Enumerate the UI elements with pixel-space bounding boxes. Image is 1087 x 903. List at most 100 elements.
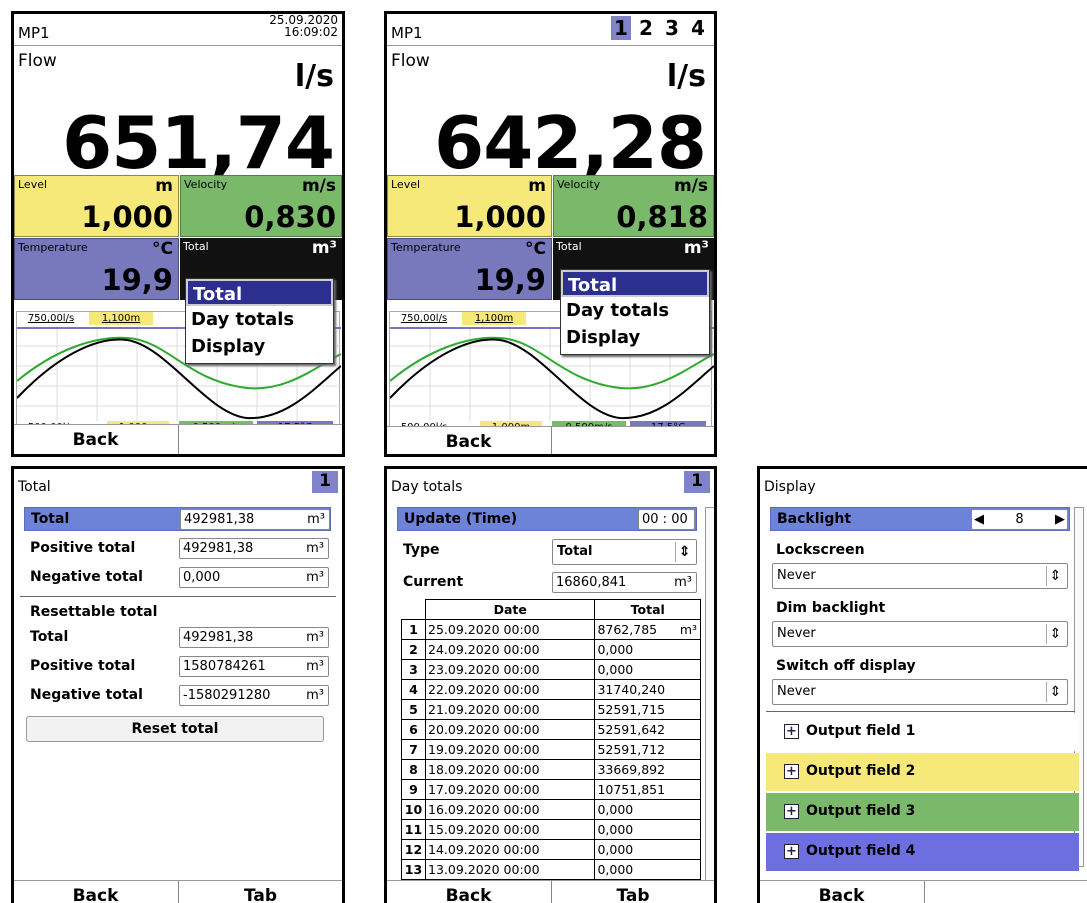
resettable-total-unit: m³ (306, 630, 324, 645)
resettable-heading: Resettable total (24, 601, 331, 625)
menu-item-day-totals[interactable]: Day totals (561, 297, 709, 324)
level-unit: m (528, 176, 546, 196)
current-unit: m³ (674, 575, 692, 590)
menu-item-total[interactable]: Total (186, 279, 333, 306)
level-label: Level (18, 178, 48, 191)
header: MP1 25.09.2020 16:09:02 (14, 14, 342, 46)
footer: Back (387, 426, 714, 454)
update-time-field[interactable]: 00 : 00 (638, 509, 695, 530)
update-time-row[interactable]: Update (Time) 00 : 00 (397, 507, 697, 531)
output-field-3[interactable]: + Output field 3 (766, 793, 1079, 831)
positive-total-label: Positive total (30, 540, 136, 556)
row-date: 13.09.2020 00:00 (424, 859, 596, 880)
menu-item-total[interactable]: Total (561, 270, 709, 297)
row-number: 7 (401, 739, 426, 760)
resettable-positive-value: 1580784261 (183, 659, 266, 674)
resettable-negative-row: Negative total -1580291280 m³ (24, 684, 331, 708)
temperature-tile[interactable]: Temperature °C 19,9 (14, 238, 179, 300)
footer: Back (14, 424, 342, 454)
type-select[interactable]: Total ⇕ (552, 539, 697, 565)
back-button[interactable]: Back (760, 881, 923, 903)
output-field-1[interactable]: + Output field 1 (766, 713, 1079, 751)
page-number: 1 (312, 471, 338, 493)
velocity-unit: m/s (673, 176, 708, 196)
velocity-label: Velocity (184, 178, 228, 191)
temperature-unit: °C (152, 239, 173, 259)
row-total-value: 0,000 (597, 662, 634, 677)
menu-item-day-totals[interactable]: Day totals (186, 306, 333, 333)
context-menu: Total Day totals Display (185, 278, 334, 364)
page-2-tab[interactable]: 2 (636, 16, 656, 40)
row-number: 8 (401, 759, 426, 780)
total-field: 492981,38 m³ (180, 509, 330, 530)
negative-total-label: Negative total (30, 569, 143, 585)
figure: MP1 25.09.2020 16:09:02 Flow l/s 651,74 L… (0, 0, 1087, 903)
temperature-value: 19,9 (474, 263, 546, 297)
scrollbar[interactable] (705, 507, 714, 903)
row-date: 14.09.2020 00:00 (424, 839, 596, 860)
switch-off-value: Never (777, 684, 816, 699)
table-row: 2 24.09.2020 00:00 0,000 (401, 639, 701, 660)
lockscreen-value: Never (777, 568, 816, 583)
backlight-row[interactable]: Backlight ◀ 8 ▶ (770, 507, 1070, 531)
velocity-tile[interactable]: Velocity m/s 0,830 (180, 175, 342, 237)
backlight-value: 8 (1015, 512, 1024, 527)
resettable-positive-row: Positive total 1580784261 m³ (24, 655, 331, 679)
back-button[interactable]: Back (387, 427, 550, 454)
total-label: Total (31, 511, 70, 527)
page-3-tab[interactable]: 3 (662, 16, 682, 40)
level-tile[interactable]: Level m 1,000 (14, 175, 179, 237)
row-total: 0,000 (594, 859, 701, 880)
velocity-value: 0,818 (616, 200, 708, 234)
back-button[interactable]: Back (387, 881, 550, 903)
dim-backlight-select[interactable]: Never ⇕ (772, 621, 1068, 647)
level-tile[interactable]: Level m 1,000 (387, 175, 552, 237)
lockscreen-select[interactable]: Never ⇕ (772, 563, 1068, 589)
total-row[interactable]: Total 492981,38 m³ (24, 507, 331, 531)
row-date: 19.09.2020 00:00 (424, 739, 596, 760)
row-total-value: 0,000 (597, 822, 634, 837)
row-date: 15.09.2020 00:00 (424, 819, 596, 840)
output-field-2[interactable]: + Output field 2 (766, 753, 1079, 791)
negative-total-row: Negative total 0,000 m³ (24, 566, 331, 590)
total-unit: m³ (311, 238, 337, 258)
plus-icon: + (784, 804, 799, 819)
output-field-4[interactable]: + Output field 4 (766, 833, 1079, 871)
tab-button[interactable]: Tab (179, 881, 342, 903)
row-total: 31740,240 (594, 679, 701, 700)
reset-total-button[interactable]: Reset total (26, 716, 324, 742)
switch-off-select[interactable]: Never ⇕ (772, 679, 1068, 705)
title-bar: Display (760, 469, 1087, 499)
time-text: 16:09:02 (284, 25, 338, 39)
arrow-left-icon[interactable]: ◀ (974, 510, 984, 529)
row-total-value: 31740,240 (597, 682, 666, 697)
velocity-tile[interactable]: Velocity m/s 0,818 (553, 175, 714, 237)
temperature-tile[interactable]: Temperature °C 19,9 (387, 238, 552, 300)
plus-icon: + (784, 764, 799, 779)
tab-button[interactable]: Tab (552, 881, 714, 903)
row-number: 4 (401, 679, 426, 700)
update-time-label: Update (Time) (404, 511, 518, 527)
backlight-stepper[interactable]: ◀ 8 ▶ (971, 509, 1068, 530)
page-1-tab[interactable]: 1 (611, 16, 631, 40)
total-label: Total (556, 240, 582, 253)
arrow-right-icon[interactable]: ▶ (1055, 510, 1065, 529)
velocity-label: Velocity (557, 178, 601, 191)
back-button[interactable]: Back (14, 881, 177, 903)
level-value: 1,000 (454, 200, 546, 234)
table-row: 7 19.09.2020 00:00 52591,712 (401, 739, 701, 760)
row-total-value: 10751,851 (597, 782, 666, 797)
flow-value: 642,28 (434, 101, 707, 185)
menu-item-display[interactable]: Display (561, 324, 709, 351)
row-date: 20.09.2020 00:00 (424, 719, 596, 740)
positive-total-unit: m³ (306, 541, 324, 556)
back-button[interactable]: Back (14, 425, 177, 454)
row-date: 21.09.2020 00:00 (424, 699, 596, 720)
flow-unit: l/s (294, 59, 334, 94)
level-value: 1,000 (81, 200, 173, 234)
row-total: 0,000 (594, 839, 701, 860)
menu-item-display[interactable]: Display (186, 333, 333, 360)
page-4-tab[interactable]: 4 (688, 16, 708, 40)
row-total: 33669,892 (594, 759, 701, 780)
row-date: 17.09.2020 00:00 (424, 779, 596, 800)
